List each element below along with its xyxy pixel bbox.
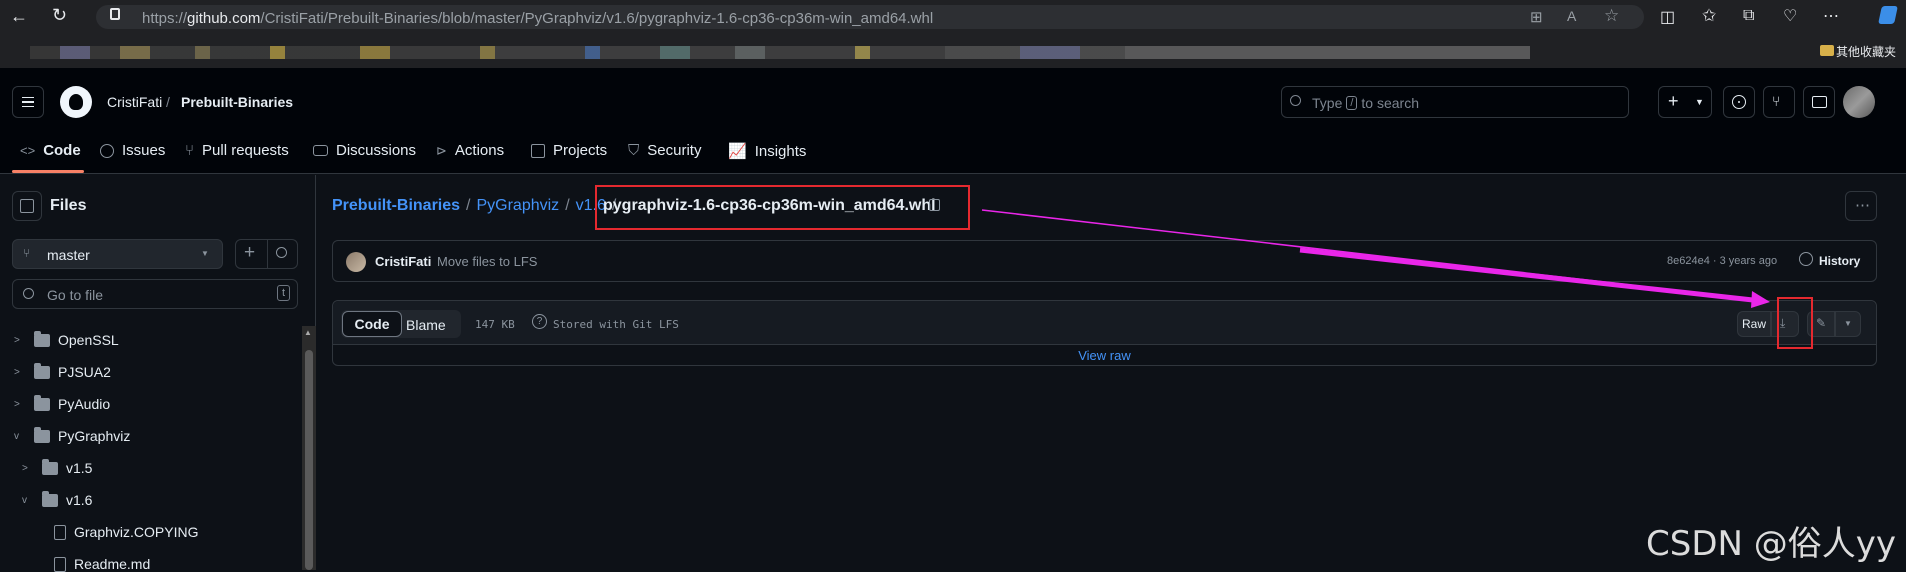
csdn-watermark: CSDN @俗人yy	[1646, 524, 1896, 564]
arrow-head	[1751, 291, 1770, 308]
arrow-shaft-thick	[1299, 247, 1763, 304]
annotation-arrow	[981, 209, 1770, 308]
